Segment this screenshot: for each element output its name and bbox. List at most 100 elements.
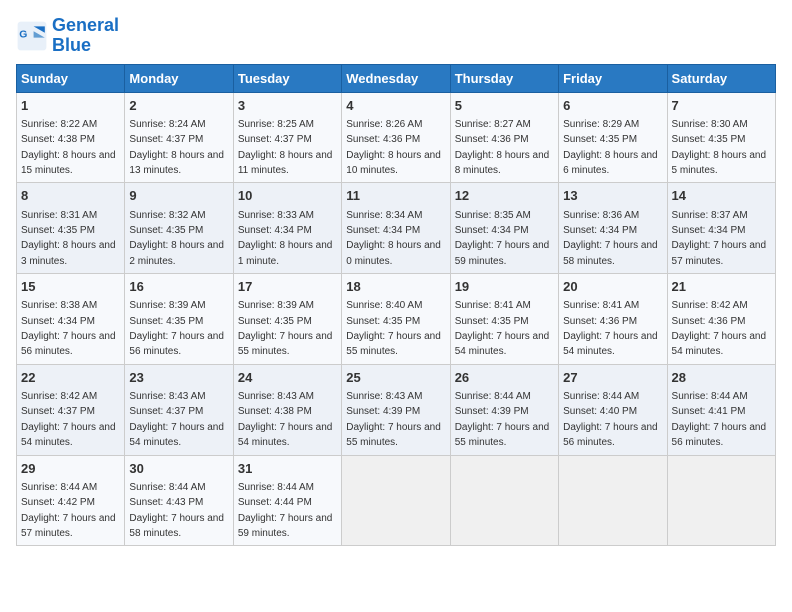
- week-row-4: 22Sunrise: 8:42 AMSunset: 4:37 PMDayligh…: [17, 364, 776, 455]
- calendar-cell: 7 Sunrise: 8:30 AMSunset: 4:35 PMDaylight…: [667, 92, 775, 183]
- calendar-cell: 24 Sunrise: 8:43 AMSunset: 4:38 PMDayligh…: [233, 364, 341, 455]
- day-detail: Sunrise: 8:35 AMSunset: 4:34 PMDaylight:…: [455, 210, 550, 267]
- calendar-cell: 10 Sunrise: 8:33 AMSunset: 4:34 PMDayligh…: [233, 183, 341, 274]
- day-number: 6: [563, 97, 662, 115]
- day-detail: Sunrise: 8:44 AMSunset: 4:40 PMDaylight:…: [563, 391, 658, 448]
- day-number: 27: [563, 369, 662, 387]
- calendar-cell: 11 Sunrise: 8:34 AMSunset: 4:34 PMDayligh…: [342, 183, 450, 274]
- calendar-cell: 9 Sunrise: 8:32 AMSunset: 4:35 PMDaylight…: [125, 183, 233, 274]
- logo: G General Blue: [16, 16, 119, 56]
- calendar-table: SundayMondayTuesdayWednesdayThursdayFrid…: [16, 64, 776, 547]
- weekday-header-wednesday: Wednesday: [342, 64, 450, 92]
- day-detail: Sunrise: 8:24 AMSunset: 4:37 PMDaylight:…: [129, 119, 224, 176]
- day-number: 9: [129, 187, 228, 205]
- day-number: 24: [238, 369, 337, 387]
- day-detail: Sunrise: 8:32 AMSunset: 4:35 PMDaylight:…: [129, 210, 224, 267]
- week-row-1: 1 Sunrise: 8:22 AMSunset: 4:38 PMDaylight…: [17, 92, 776, 183]
- calendar-cell: 1 Sunrise: 8:22 AMSunset: 4:38 PMDaylight…: [17, 92, 125, 183]
- calendar-cell: [667, 455, 775, 546]
- calendar-cell: 6 Sunrise: 8:29 AMSunset: 4:35 PMDaylight…: [559, 92, 667, 183]
- calendar-cell: 16 Sunrise: 8:39 AMSunset: 4:35 PMDayligh…: [125, 274, 233, 365]
- day-number: 2: [129, 97, 228, 115]
- day-detail: Sunrise: 8:44 AMSunset: 4:44 PMDaylight:…: [238, 482, 333, 539]
- calendar-cell: 17 Sunrise: 8:39 AMSunset: 4:35 PMDayligh…: [233, 274, 341, 365]
- day-number: 15: [21, 278, 120, 296]
- weekday-header-monday: Monday: [125, 64, 233, 92]
- day-number: 14: [672, 187, 771, 205]
- day-number: 8: [21, 187, 120, 205]
- day-detail: Sunrise: 8:39 AMSunset: 4:35 PMDaylight:…: [238, 300, 333, 357]
- day-detail: Sunrise: 8:37 AMSunset: 4:34 PMDaylight:…: [672, 210, 767, 267]
- day-detail: Sunrise: 8:41 AMSunset: 4:36 PMDaylight:…: [563, 300, 658, 357]
- calendar-cell: 26 Sunrise: 8:44 AMSunset: 4:39 PMDayligh…: [450, 364, 558, 455]
- day-detail: Sunrise: 8:44 AMSunset: 4:39 PMDaylight:…: [455, 391, 550, 448]
- week-row-5: 29Sunrise: 8:44 AMSunset: 4:42 PMDayligh…: [17, 455, 776, 546]
- day-number: 13: [563, 187, 662, 205]
- day-number: 17: [238, 278, 337, 296]
- day-detail: Sunrise: 8:43 AMSunset: 4:37 PMDaylight:…: [129, 391, 224, 448]
- day-number: 12: [455, 187, 554, 205]
- calendar-cell: 14 Sunrise: 8:37 AMSunset: 4:34 PMDayligh…: [667, 183, 775, 274]
- day-number: 30: [129, 460, 228, 478]
- day-number: 11: [346, 187, 445, 205]
- weekday-header-thursday: Thursday: [450, 64, 558, 92]
- calendar-cell: 13 Sunrise: 8:36 AMSunset: 4:34 PMDayligh…: [559, 183, 667, 274]
- calendar-cell: [342, 455, 450, 546]
- day-detail: Sunrise: 8:44 AMSunset: 4:41 PMDaylight:…: [672, 391, 767, 448]
- day-detail: Sunrise: 8:40 AMSunset: 4:35 PMDaylight:…: [346, 300, 441, 357]
- calendar-cell: [559, 455, 667, 546]
- day-number: 10: [238, 187, 337, 205]
- calendar-cell: 31 Sunrise: 8:44 AMSunset: 4:44 PMDayligh…: [233, 455, 341, 546]
- day-detail: Sunrise: 8:34 AMSunset: 4:34 PMDaylight:…: [346, 210, 441, 267]
- weekday-header-row: SundayMondayTuesdayWednesdayThursdayFrid…: [17, 64, 776, 92]
- day-detail: Sunrise: 8:43 AMSunset: 4:38 PMDaylight:…: [238, 391, 333, 448]
- day-number: 31: [238, 460, 337, 478]
- calendar-cell: 5Sunrise: 8:27 AMSunset: 4:36 PMDaylight…: [450, 92, 558, 183]
- calendar-cell: 4Sunrise: 8:26 AMSunset: 4:36 PMDaylight…: [342, 92, 450, 183]
- day-number: 1: [21, 97, 120, 115]
- day-detail: Sunrise: 8:44 AMSunset: 4:43 PMDaylight:…: [129, 482, 224, 539]
- day-number: 5: [455, 97, 554, 115]
- weekday-header-friday: Friday: [559, 64, 667, 92]
- calendar-cell: 22Sunrise: 8:42 AMSunset: 4:37 PMDayligh…: [17, 364, 125, 455]
- day-number: 25: [346, 369, 445, 387]
- calendar-cell: 28 Sunrise: 8:44 AMSunset: 4:41 PMDayligh…: [667, 364, 775, 455]
- day-detail: Sunrise: 8:36 AMSunset: 4:34 PMDaylight:…: [563, 210, 658, 267]
- weekday-header-tuesday: Tuesday: [233, 64, 341, 92]
- day-detail: Sunrise: 8:29 AMSunset: 4:35 PMDaylight:…: [563, 119, 658, 176]
- logo-icon: G: [16, 20, 48, 52]
- day-number: 16: [129, 278, 228, 296]
- calendar-cell: 30 Sunrise: 8:44 AMSunset: 4:43 PMDayligh…: [125, 455, 233, 546]
- day-number: 22: [21, 369, 120, 387]
- calendar-cell: 21Sunrise: 8:42 AMSunset: 4:36 PMDayligh…: [667, 274, 775, 365]
- day-detail: Sunrise: 8:38 AMSunset: 4:34 PMDaylight:…: [21, 300, 116, 357]
- day-number: 18: [346, 278, 445, 296]
- day-detail: Sunrise: 8:30 AMSunset: 4:35 PMDaylight:…: [672, 119, 767, 176]
- calendar-cell: 29Sunrise: 8:44 AMSunset: 4:42 PMDayligh…: [17, 455, 125, 546]
- day-number: 20: [563, 278, 662, 296]
- calendar-cell: [450, 455, 558, 546]
- day-detail: Sunrise: 8:22 AMSunset: 4:38 PMDaylight:…: [21, 119, 116, 176]
- day-detail: Sunrise: 8:25 AMSunset: 4:37 PMDaylight:…: [238, 119, 333, 176]
- day-detail: Sunrise: 8:43 AMSunset: 4:39 PMDaylight:…: [346, 391, 441, 448]
- calendar-cell: 2 Sunrise: 8:24 AMSunset: 4:37 PMDaylight…: [125, 92, 233, 183]
- day-number: 7: [672, 97, 771, 115]
- header: G General Blue: [16, 16, 776, 56]
- day-number: 29: [21, 460, 120, 478]
- day-detail: Sunrise: 8:41 AMSunset: 4:35 PMDaylight:…: [455, 300, 550, 357]
- calendar-cell: 18 Sunrise: 8:40 AMSunset: 4:35 PMDayligh…: [342, 274, 450, 365]
- day-number: 3: [238, 97, 337, 115]
- calendar-cell: 15 Sunrise: 8:38 AMSunset: 4:34 PMDayligh…: [17, 274, 125, 365]
- day-number: 21: [672, 278, 771, 296]
- calendar-body: 1 Sunrise: 8:22 AMSunset: 4:38 PMDaylight…: [17, 92, 776, 546]
- calendar-cell: 12 Sunrise: 8:35 AMSunset: 4:34 PMDayligh…: [450, 183, 558, 274]
- day-detail: Sunrise: 8:26 AMSunset: 4:36 PMDaylight:…: [346, 119, 441, 176]
- day-number: 19: [455, 278, 554, 296]
- day-detail: Sunrise: 8:33 AMSunset: 4:34 PMDaylight:…: [238, 210, 333, 267]
- calendar-cell: 19 Sunrise: 8:41 AMSunset: 4:35 PMDayligh…: [450, 274, 558, 365]
- calendar-cell: 20 Sunrise: 8:41 AMSunset: 4:36 PMDayligh…: [559, 274, 667, 365]
- day-detail: Sunrise: 8:39 AMSunset: 4:35 PMDaylight:…: [129, 300, 224, 357]
- day-number: 28: [672, 369, 771, 387]
- day-number: 26: [455, 369, 554, 387]
- week-row-3: 15 Sunrise: 8:38 AMSunset: 4:34 PMDayligh…: [17, 274, 776, 365]
